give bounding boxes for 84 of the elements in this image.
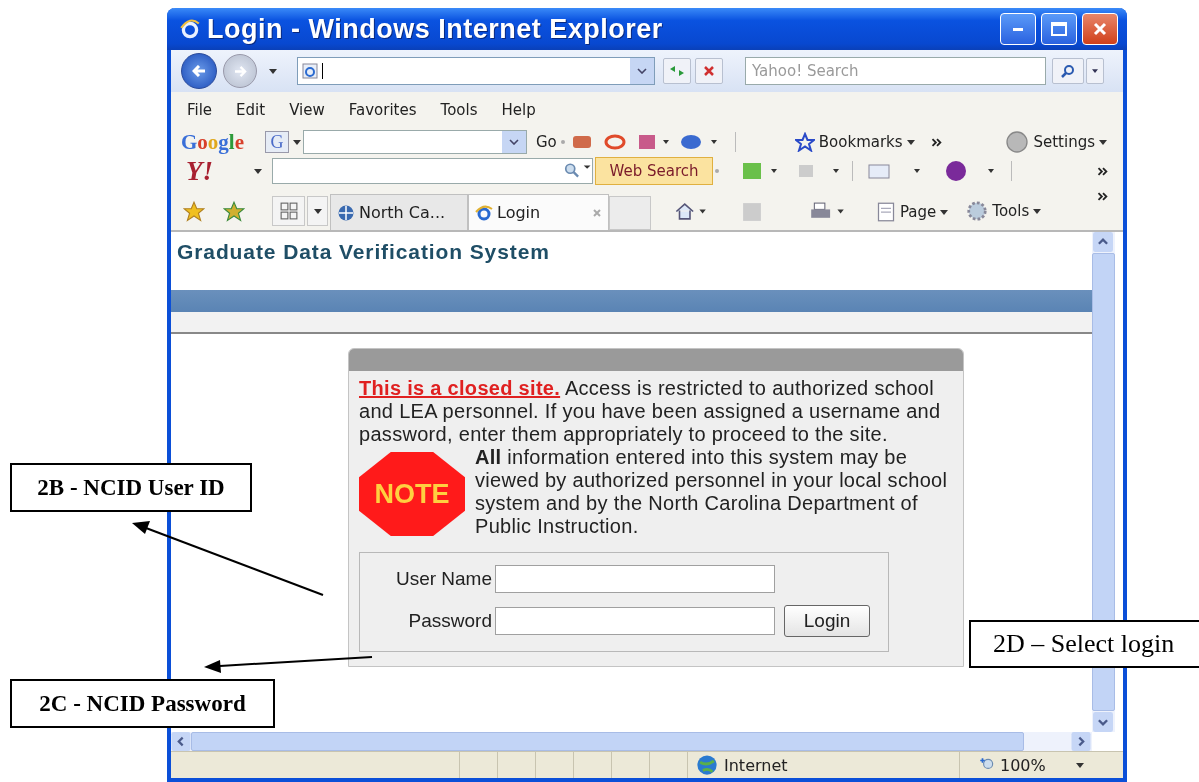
field-label: Password: [407, 610, 492, 632]
settings-button[interactable]: Settings: [1003, 130, 1109, 154]
gear-icon: [966, 200, 989, 222]
circle-icon: [1005, 130, 1030, 154]
address-field[interactable]: [297, 57, 655, 85]
horizontal-scrollbar[interactable]: [171, 732, 1092, 751]
note-sign: NOTE: [359, 452, 465, 536]
forward-button[interactable]: [223, 54, 257, 88]
field-label: User Name: [394, 568, 492, 590]
caret-icon: [1099, 139, 1107, 145]
toolbar-search-field[interactable]: [303, 130, 527, 154]
search-icon[interactable]: [562, 162, 592, 180]
right-arrow-icon: [233, 65, 247, 77]
search-options-button[interactable]: [1086, 58, 1104, 84]
search-field[interactable]: Yahoo! Search: [745, 57, 1046, 85]
warning-text: This is a closed site. Access is restricted to authorized school and LEA personnel. If you have been assigned a username and password, enter them appropriately to proceed to the site.: [359, 377, 942, 446]
close-icon: [1093, 22, 1107, 36]
toolbar-icons-drawing[interactable]: [713, 160, 1013, 182]
chevron-icon[interactable]: [930, 137, 943, 147]
caret-icon[interactable]: [1075, 762, 1084, 768]
menu-item[interactable]: Edit: [236, 101, 266, 119]
caret-icon: [313, 208, 322, 214]
bookmarks-button[interactable]: Bookmarks: [792, 132, 917, 152]
home-icon[interactable]: [674, 201, 706, 222]
tab-list-button[interactable]: [307, 196, 328, 226]
menu-item[interactable]: Favorites: [348, 101, 417, 119]
command-menu-button[interactable]: Page: [874, 202, 951, 222]
web-search-button[interactable]: Web Search: [595, 157, 713, 185]
site-title: Graduate Data Verification System: [177, 240, 550, 263]
caret-icon: [1092, 69, 1098, 73]
go-button[interactable]: Go: [534, 133, 559, 151]
stop-button[interactable]: [695, 58, 723, 84]
search-icon: [1060, 63, 1076, 79]
favorites-star-icon[interactable]: [183, 200, 205, 222]
browser-tab[interactable]: North Ca...: [330, 194, 468, 230]
security-zone: Internet: [724, 755, 788, 775]
grid-icon: [279, 202, 298, 220]
caret-icon: [906, 139, 915, 145]
caret-icon[interactable]: [293, 139, 301, 145]
x-icon: [704, 66, 714, 76]
refresh-arrows-icon: [669, 65, 685, 77]
caret-icon[interactable]: [254, 168, 262, 174]
caret-icon: [940, 209, 949, 215]
minimize-icon: [1013, 27, 1023, 31]
note-text: All information entered into this system may be viewed by authorized personnel in your local school system and by the North Carolina Department of Public Instruction.: [475, 446, 949, 538]
closed-site-link[interactable]: This is a closed site.: [359, 377, 561, 399]
callout-label: 2B - NCID User ID: [10, 463, 252, 512]
yahoo-logo: Y!: [186, 155, 214, 187]
caret-icon: [1033, 208, 1042, 214]
input-field[interactable]: [495, 607, 775, 635]
maximize-icon: [1051, 22, 1067, 36]
menu-item[interactable]: View: [289, 101, 325, 119]
search-button[interactable]: [1052, 58, 1084, 84]
page-icon: [302, 63, 318, 79]
page-icon: [876, 202, 896, 222]
callout-label: 2D – Select login: [969, 620, 1199, 668]
close-button[interactable]: [1082, 13, 1118, 45]
minimize-button[interactable]: [1000, 13, 1036, 45]
menu-item[interactable]: Help: [501, 101, 536, 119]
maximize-button[interactable]: [1041, 13, 1077, 45]
input-field[interactable]: [495, 565, 775, 593]
search-engine-button[interactable]: G: [265, 131, 289, 153]
login-button[interactable]: Login: [784, 605, 870, 637]
browser-tab[interactable]: Login: [468, 194, 609, 230]
globe-icon: [337, 203, 355, 222]
window-title: Login - Windows Internet Explorer: [207, 13, 663, 45]
browser-logo-icon: [475, 203, 493, 222]
toolbar-search-field[interactable]: [272, 158, 593, 184]
menu-item[interactable]: File: [187, 101, 213, 119]
add-favorite-icon[interactable]: [223, 200, 245, 222]
globe-icon: [696, 754, 718, 776]
back-button[interactable]: [181, 53, 217, 89]
callout-label: 2C - NCID Password: [10, 679, 275, 728]
caret-icon[interactable]: [269, 68, 277, 74]
chevron-icon[interactable]: [1097, 166, 1109, 176]
chevron-icon[interactable]: [1097, 192, 1109, 201]
browser-logo-icon: [179, 18, 201, 40]
menu-item[interactable]: Tools: [440, 101, 478, 119]
star-icon: [794, 132, 815, 152]
google-logo: Google: [181, 129, 245, 155]
command-menu-button[interactable]: Tools: [964, 200, 1044, 222]
zoom-button[interactable]: 100%: [978, 752, 1046, 778]
refresh-button[interactable]: [663, 58, 691, 84]
left-arrow-icon: [192, 65, 206, 77]
